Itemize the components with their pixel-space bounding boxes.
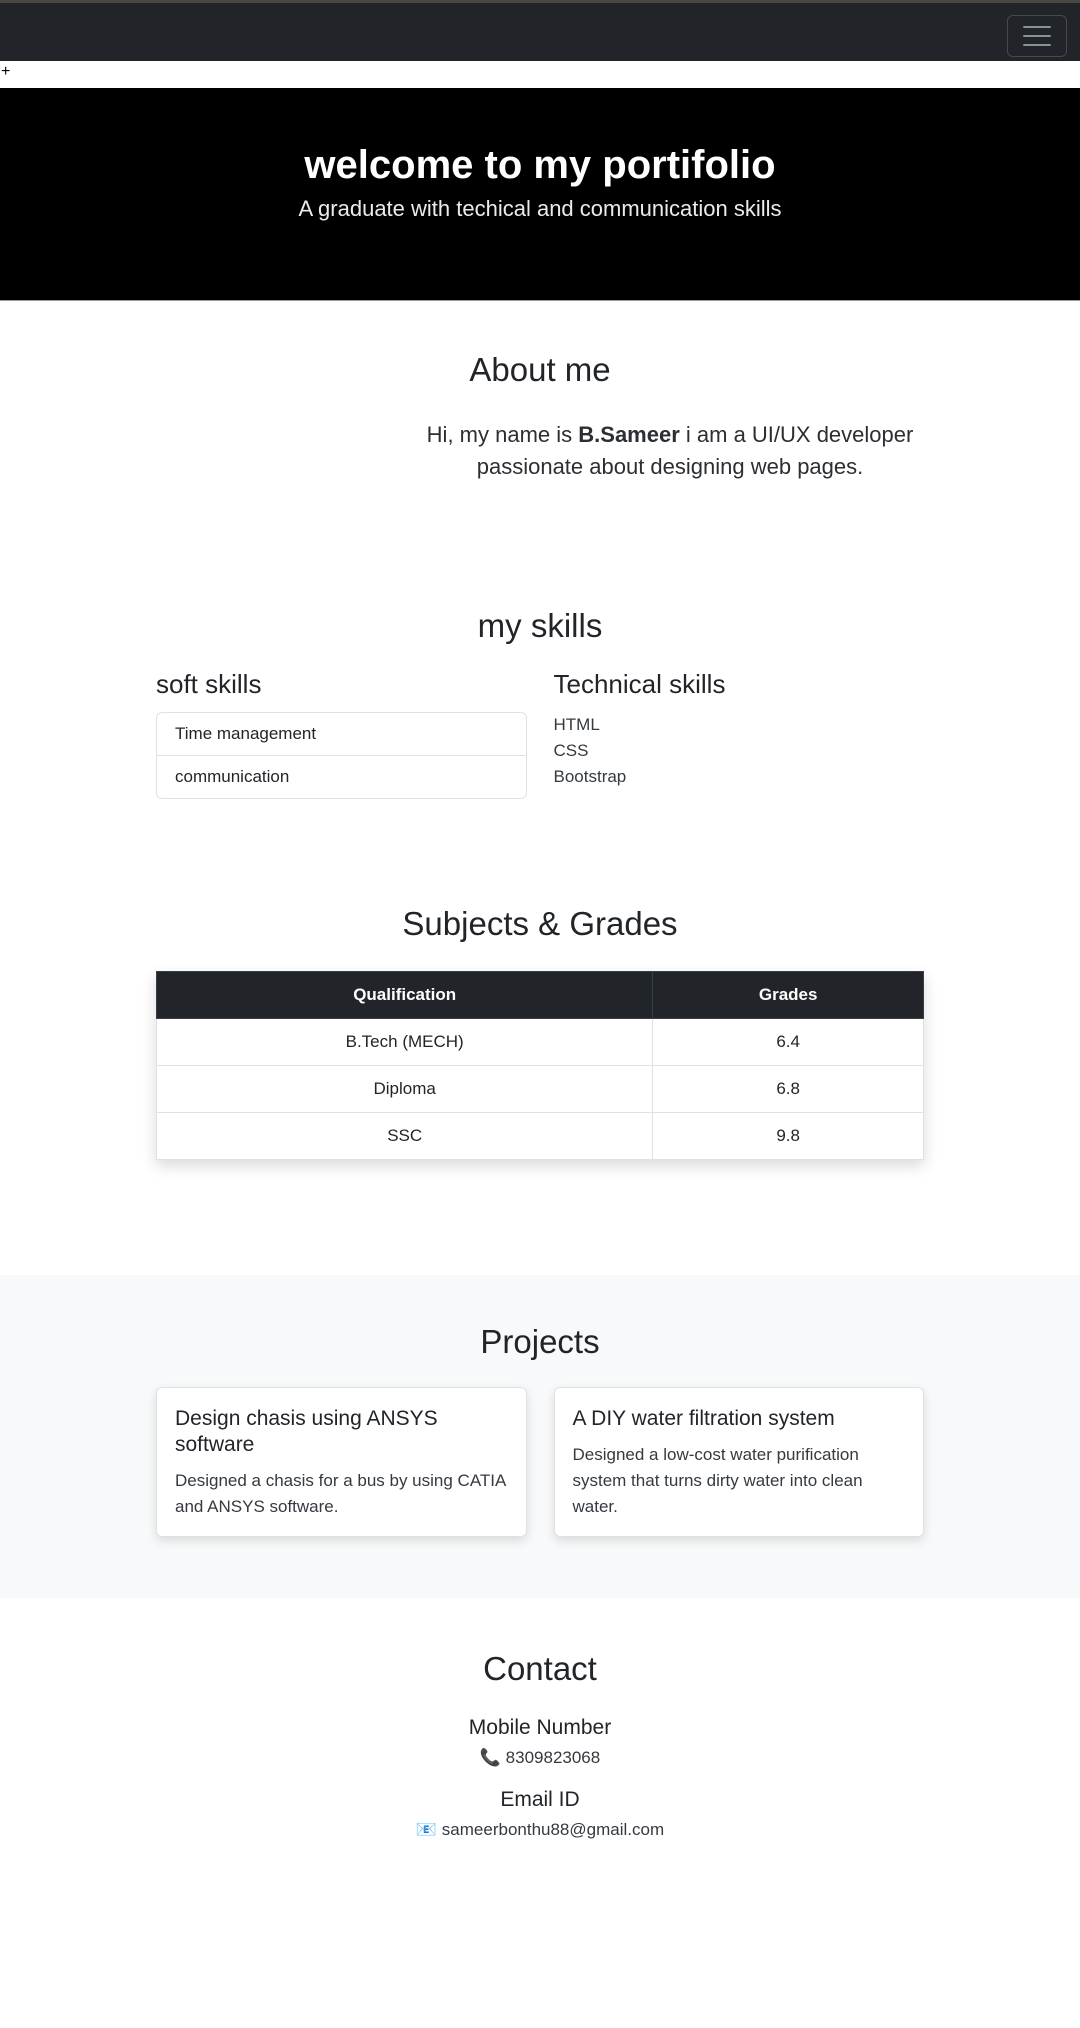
soft-skills-column: soft skills Time management communicatio… xyxy=(156,669,527,799)
table-cell: 9.8 xyxy=(652,1112,924,1160)
table-cell: B.Tech (MECH) xyxy=(155,1018,654,1066)
column-header-qualification: Qualification xyxy=(155,971,654,1019)
project-card: Design chasis using ANSYS software Desig… xyxy=(156,1387,527,1537)
list-item: communication xyxy=(175,767,290,786)
project-description: Designed a low-cost water purification s… xyxy=(572,1445,863,1516)
table-cell: 6.4 xyxy=(652,1018,924,1066)
list-item: Time management xyxy=(157,713,526,756)
technical-skills-list: HTML CSS Bootstrap xyxy=(554,712,925,790)
about-text: Hi, my name is B.Sameer i am a UI/UX dev… xyxy=(425,419,915,483)
about-heading: About me xyxy=(469,351,611,388)
grades-section: Subjects & Grades Qualification Grades B… xyxy=(0,905,1080,1275)
hamburger-icon-bar xyxy=(1023,35,1051,37)
list-item: HTML xyxy=(553,715,600,734)
hamburger-icon-bar xyxy=(1023,44,1051,46)
phone-icon: 📞 xyxy=(479,1748,501,1767)
table-row: Diploma 6.8 xyxy=(155,1065,924,1113)
list-item: Bootstrap xyxy=(553,767,627,786)
email-address: sameerbonthu88@gmail.com xyxy=(441,1820,665,1839)
mobile-label: Mobile Number xyxy=(468,1716,612,1739)
about-text-before: Hi, my name is xyxy=(426,422,579,447)
hamburger-icon-bar xyxy=(1023,26,1051,28)
skills-heading: my skills xyxy=(477,607,603,644)
about-name: B.Sameer xyxy=(578,422,680,447)
mobile-number: 8309823068 xyxy=(505,1748,601,1767)
soft-skills-title: soft skills xyxy=(156,669,262,699)
navbar xyxy=(0,0,1080,61)
grades-heading: Subjects & Grades xyxy=(402,905,678,942)
about-section: About me Hi, my name is B.Sameer i am a … xyxy=(0,301,1080,601)
hero-subtitle: A graduate with techical and communicati… xyxy=(298,196,782,221)
soft-skills-list: Time management communication xyxy=(156,712,527,799)
contact-section: Contact Mobile Number 📞 8309823068 Email… xyxy=(0,1598,1080,1840)
column-header-grades: Grades xyxy=(652,971,924,1019)
projects-section: Projects Design chasis using ANSYS softw… xyxy=(0,1275,1080,1598)
technical-skills-title: Technical skills xyxy=(553,669,726,699)
grades-table: Qualification Grades B.Tech (MECH) 6.4 D… xyxy=(155,971,924,1160)
list-item: CSS xyxy=(553,741,589,760)
email-label: Email ID xyxy=(500,1788,580,1811)
project-title: Design chasis using ANSYS software xyxy=(175,1407,438,1456)
table-cell: SSC xyxy=(155,1112,654,1160)
contact-heading: Contact xyxy=(483,1650,597,1687)
navbar-toggler-button[interactable] xyxy=(1007,15,1067,57)
email-value: 📧 sameerbonthu88@gmail.com xyxy=(0,1820,1080,1840)
projects-heading: Projects xyxy=(480,1323,600,1360)
project-title: A DIY water filtration system xyxy=(572,1407,835,1430)
project-card: A DIY water filtration system Designed a… xyxy=(553,1387,924,1537)
skills-section: my skills soft skills Time management co… xyxy=(0,601,1080,905)
mobile-value: 📞 8309823068 xyxy=(0,1748,1080,1768)
table-cell: Diploma xyxy=(155,1065,654,1113)
table-row: B.Tech (MECH) 6.4 xyxy=(155,1018,924,1066)
hero-title: welcome to my portifolio xyxy=(304,143,776,187)
project-description: Designed a chasis for a bus by using CAT… xyxy=(175,1471,506,1516)
table-cell: 6.8 xyxy=(652,1065,924,1113)
technical-skills-column: Technical skills HTML CSS Bootstrap xyxy=(554,669,925,799)
stray-text: + xyxy=(1,63,11,80)
table-header-row: Qualification Grades xyxy=(155,971,924,1019)
email-icon: 📧 xyxy=(415,1820,438,1839)
hero-section: welcome to my portifolio A graduate with… xyxy=(0,88,1080,301)
table-row: SSC 9.8 xyxy=(155,1112,924,1160)
